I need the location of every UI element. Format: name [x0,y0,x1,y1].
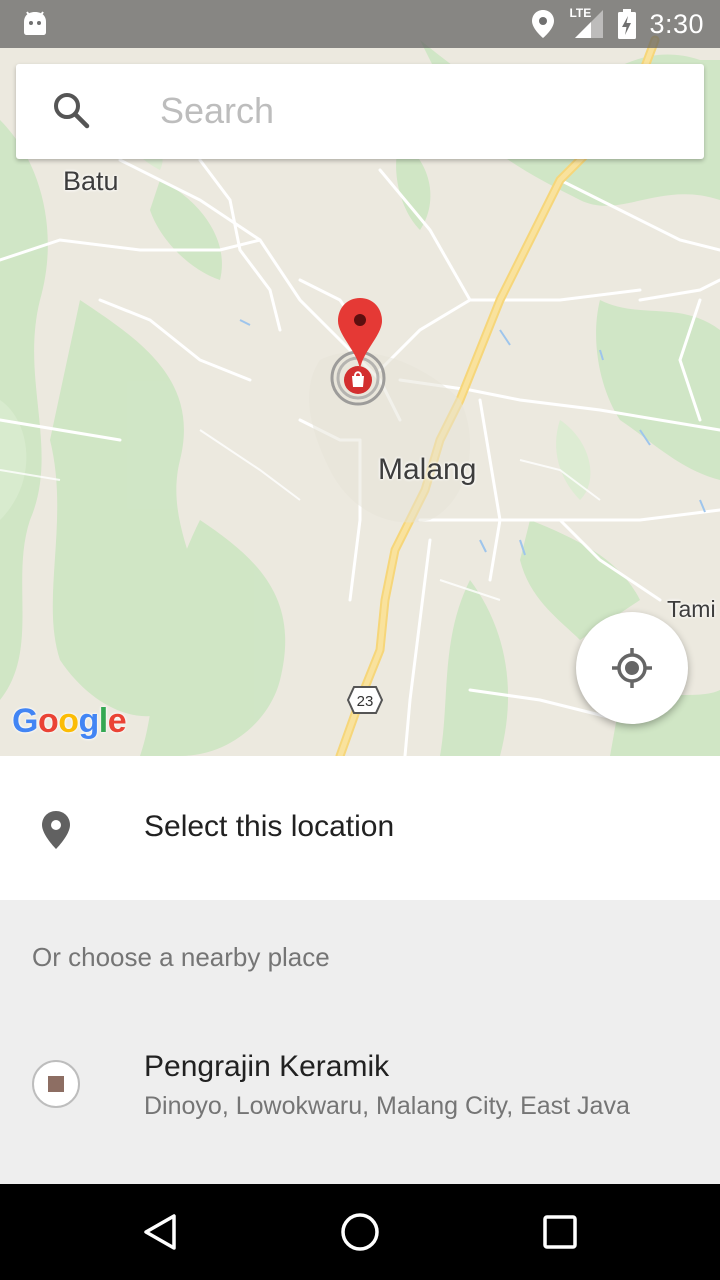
my-location-button[interactable] [576,612,688,724]
battery-charging-icon [618,9,637,39]
location-pin-icon [42,811,70,849]
home-icon [341,1213,379,1251]
signal-icon: LTE [567,6,605,40]
svg-text:23: 23 [357,693,374,710]
place-address: Dinoyo, Lowokwaru, Malang City, East Jav… [144,1092,630,1120]
android-icon [24,11,46,35]
location-icon [532,10,555,38]
nearby-places-section: Or choose a nearby place Pengrajin Keram… [0,900,720,1184]
place-name: Pengrajin Keramik [144,1050,390,1083]
search-input[interactable] [160,86,680,136]
recents-icon [543,1215,577,1249]
map-label-batu: Batu [63,166,119,196]
status-time: 3:30 [649,8,704,39]
home-button[interactable] [336,1208,384,1256]
nearby-heading: Or choose a nearby place [32,942,330,972]
select-this-location-row[interactable]: Select this location [0,756,720,900]
my-location-icon [612,648,652,688]
back-icon [144,1214,176,1250]
back-button[interactable] [136,1208,184,1256]
select-this-location-label: Select this location [144,810,395,843]
search-icon[interactable] [52,91,92,131]
search-box[interactable] [16,64,704,159]
list-item[interactable]: Pengrajin Keramik Dinoyo, Lowokwaru, Mal… [0,1024,720,1144]
map-pin[interactable] [330,296,390,411]
google-attribution-logo: Google [12,702,127,740]
navigation-bar [0,1184,720,1280]
map-label-tami: Tami [667,596,716,622]
place-category-icon [32,1060,80,1108]
recents-button[interactable] [536,1208,584,1256]
status-bar: LTE 3:30 [0,0,720,48]
road-shield: 23 [346,685,384,720]
map-label-malang: Malang [378,453,477,486]
